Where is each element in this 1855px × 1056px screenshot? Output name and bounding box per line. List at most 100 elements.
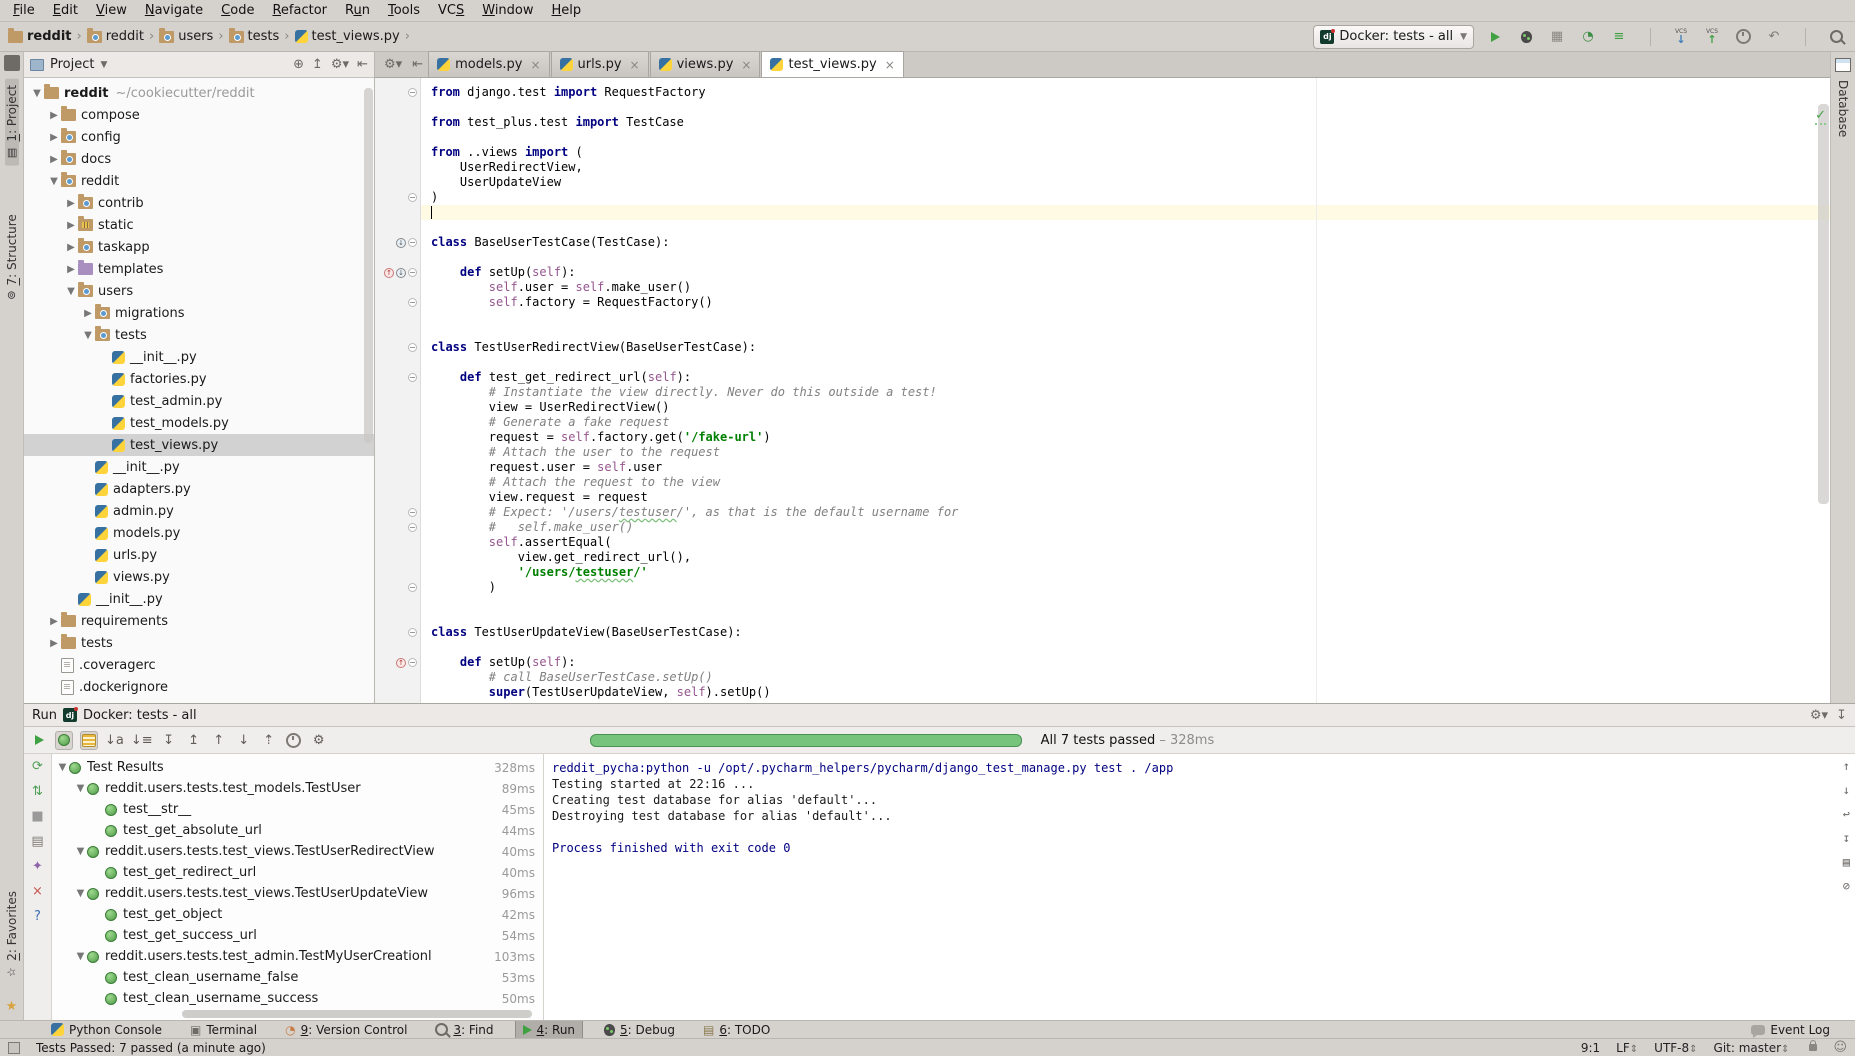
tree-toggle-icon[interactable]: ▼: [30, 88, 44, 99]
test-result-row[interactable]: test_get_absolute_url44ms: [52, 820, 543, 841]
code-line[interactable]: [421, 220, 1830, 235]
status-9-1[interactable]: 9:1: [1573, 1041, 1608, 1055]
collapse-all-button[interactable]: ↥: [185, 731, 203, 750]
tab-urls-py[interactable]: urls.py×: [551, 51, 649, 77]
menu-run[interactable]: Run: [336, 3, 379, 18]
stripe-item-1-project[interactable]: ▤1: Project: [5, 79, 19, 166]
breadcrumb-item[interactable]: tests: [229, 29, 280, 44]
toolwindow-button-6-todo[interactable]: ▤6: TODO: [696, 1021, 777, 1039]
run-dashboard-button[interactable]: ≡: [1614, 29, 1625, 44]
status-git-master[interactable]: Git: master⇕: [1706, 1041, 1798, 1055]
project-tree-scrollbar[interactable]: [364, 88, 373, 443]
override-up-icon[interactable]: ↑: [384, 268, 394, 278]
menu-navigate[interactable]: Navigate: [136, 3, 212, 18]
test-console-output[interactable]: reddit_pycha:python -u /opt/.pycharm_hel…: [544, 754, 1855, 1020]
rerun-tests-button[interactable]: [30, 731, 48, 750]
tree-item-contrib[interactable]: ▶contrib: [24, 192, 374, 214]
toolwindow-button-3-find[interactable]: 3: Find: [428, 1021, 500, 1039]
tree-item--coveragerc[interactable]: .coveragerc: [24, 654, 374, 676]
menu-tools[interactable]: Tools: [379, 3, 429, 18]
tree-item-taskapp[interactable]: ▶taskapp: [24, 236, 374, 258]
tree-toggle-icon[interactable]: ▶: [64, 264, 78, 275]
tree-toggle-icon[interactable]: ▼: [74, 846, 87, 857]
editor-gutter[interactable]: ↓↑↓↑: [375, 78, 421, 703]
collapse-all-button[interactable]: ↥: [312, 57, 323, 72]
fold-marker-icon[interactable]: [408, 658, 417, 667]
code-line[interactable]: [421, 355, 1830, 370]
tree-toggle-icon[interactable]: ▶: [47, 132, 61, 143]
run-configuration-select[interactable]: dj Docker: tests - all ▼: [1313, 25, 1474, 49]
code-line[interactable]: [421, 595, 1830, 610]
scroll-down-icon[interactable]: ↓: [1843, 782, 1850, 798]
menu-refactor[interactable]: Refactor: [263, 3, 336, 18]
toolwindow-button-terminal[interactable]: ▣Terminal: [183, 1021, 264, 1039]
menu-window[interactable]: Window: [473, 3, 542, 18]
hector-icon[interactable]: ☺: [1833, 1040, 1847, 1055]
code-line[interactable]: def setUp(self):: [421, 655, 1830, 670]
test-result-row[interactable]: ▼Test Results328ms: [52, 757, 543, 778]
toolwindow-button-python-console[interactable]: Python Console: [44, 1021, 169, 1039]
toggle-toolwindows-icon[interactable]: [8, 1042, 20, 1054]
code-line[interactable]: ): [421, 580, 1830, 595]
export-test-results-button[interactable]: ⇡: [260, 731, 278, 750]
test-result-row[interactable]: test_get_redirect_url40ms: [52, 862, 543, 883]
code-line[interactable]: from test_plus.test import TestCase: [421, 115, 1830, 130]
scroll-up-icon[interactable]: ↑: [1843, 758, 1850, 774]
rerun-tests-icon[interactable]: ⟳: [32, 760, 43, 774]
tree-item-static[interactable]: ▶static: [24, 214, 374, 236]
settings-button[interactable]: ⚙▾: [1810, 708, 1828, 723]
tree-toggle-icon[interactable]: ▶: [64, 198, 78, 209]
debug-button[interactable]: [1521, 31, 1532, 43]
code-line[interactable]: view = UserRedirectView(): [421, 400, 1830, 415]
search-everywhere-button[interactable]: [1830, 30, 1843, 43]
show-passed-toggle[interactable]: [55, 731, 73, 750]
test-result-row[interactable]: ▼reddit.users.tests.test_models.TestUser…: [52, 778, 543, 799]
breadcrumb-item[interactable]: reddit: [87, 29, 144, 44]
fold-marker-icon[interactable]: [408, 508, 417, 517]
menu-file[interactable]: File: [4, 3, 44, 18]
tree-item-admin-py[interactable]: admin.py: [24, 500, 374, 522]
code-line[interactable]: view.request = request: [421, 490, 1830, 505]
print-icon[interactable]: ▤: [1843, 854, 1850, 870]
rerun-failed-icon[interactable]: ⇅: [32, 785, 43, 799]
tree-item-models-py[interactable]: models.py: [24, 522, 374, 544]
fold-marker-icon[interactable]: [408, 628, 417, 637]
tree-item-docs[interactable]: ▶docs: [24, 148, 374, 170]
project-panel-title[interactable]: Project▼: [30, 57, 285, 72]
code-line[interactable]: UserRedirectView,: [421, 160, 1830, 175]
code-line[interactable]: self.user = self.make_user(): [421, 280, 1830, 295]
code-line[interactable]: '/users/testuser/': [421, 565, 1830, 580]
inspections-ok-icon[interactable]: ✓: [1815, 108, 1826, 125]
previous-occurrence-button[interactable]: ↑: [210, 731, 228, 750]
tree-item-__init__-py[interactable]: __init__.py: [24, 456, 374, 478]
test-result-row[interactable]: test_clean_username_false53ms: [52, 967, 543, 988]
code-line[interactable]: [421, 610, 1830, 625]
settings-button[interactable]: ⚙▾: [331, 57, 349, 72]
code-line[interactable]: self.assertEqual(: [421, 535, 1830, 550]
stripe-item-7-structure[interactable]: ⊚7: Structure: [5, 208, 19, 306]
soft-wrap-icon[interactable]: ↩: [1843, 806, 1850, 822]
code-line[interactable]: [421, 325, 1830, 340]
fold-marker-icon[interactable]: [408, 343, 417, 352]
test-result-row[interactable]: test_get_object42ms: [52, 904, 543, 925]
favorites-star-icon[interactable]: ★: [6, 999, 18, 1014]
run-button[interactable]: [1491, 32, 1500, 42]
code-line[interactable]: view.get_redirect_url(),: [421, 550, 1830, 565]
code-line[interactable]: [421, 100, 1830, 115]
profiler-button[interactable]: ◔: [1582, 29, 1593, 44]
menu-view[interactable]: View: [87, 3, 136, 18]
tree-item-urls-py[interactable]: urls.py: [24, 544, 374, 566]
tree-item-tests[interactable]: ▼tests: [24, 324, 374, 346]
fold-marker-icon[interactable]: [408, 373, 417, 382]
clear-icon[interactable]: ⊘: [1843, 878, 1850, 894]
pin-icon[interactable]: ✦: [32, 860, 43, 874]
code-line[interactable]: ): [421, 190, 1830, 205]
code-line[interactable]: # Instantiate the view directly. Never d…: [421, 385, 1830, 400]
close-tab-icon[interactable]: ×: [630, 58, 640, 72]
tree-toggle-icon[interactable]: ▶: [47, 154, 61, 165]
breadcrumb-item[interactable]: reddit: [8, 29, 72, 44]
close-tab-icon[interactable]: ×: [530, 58, 540, 72]
code-line[interactable]: request.user = self.user: [421, 460, 1830, 475]
test-result-row[interactable]: test_clean_username_success50ms: [52, 988, 543, 1009]
tree-toggle-icon[interactable]: ▼: [56, 762, 69, 773]
